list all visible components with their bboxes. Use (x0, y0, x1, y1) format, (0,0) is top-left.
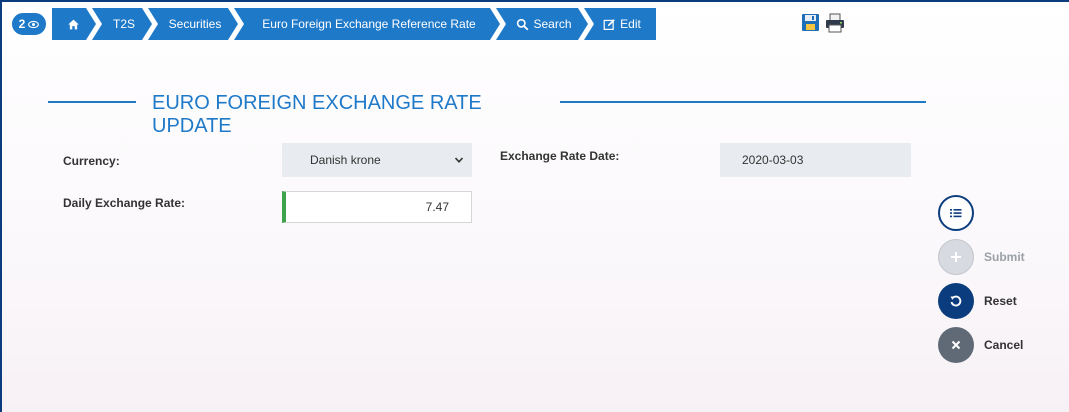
plus-icon (951, 252, 961, 262)
search-icon (516, 18, 529, 31)
save-icon[interactable] (800, 12, 822, 39)
reset-action[interactable]: Reset (938, 283, 1017, 319)
daily-rate-input[interactable]: 7.47 (282, 191, 472, 223)
cancel-action[interactable]: Cancel (938, 327, 1023, 363)
daily-rate-value: 7.47 (425, 200, 449, 214)
breadcrumb-t2s[interactable]: T2S (92, 8, 152, 40)
toolbar-icons (800, 12, 846, 39)
submit-button[interactable] (938, 239, 974, 275)
breadcrumb-edit[interactable]: Edit (584, 8, 656, 40)
breadcrumb-securities[interactable]: Securities (148, 8, 238, 40)
reset-label: Reset (984, 294, 1017, 308)
reset-icon (950, 295, 962, 307)
breadcrumb-search[interactable]: Search (496, 8, 588, 40)
reset-button[interactable] (938, 283, 974, 319)
window-top-border (0, 0, 1069, 2)
edit-icon (603, 18, 616, 31)
daily-rate-label: Daily Exchange Rate: (63, 196, 186, 210)
breadcrumb-home[interactable] (52, 8, 96, 40)
home-icon (67, 18, 80, 31)
close-icon (951, 340, 961, 350)
list-icon (950, 209, 962, 218)
currency-select[interactable]: Danish krone (282, 143, 472, 177)
window-left-border (0, 0, 2, 412)
cancel-button[interactable] (938, 327, 974, 363)
list-action[interactable] (938, 195, 974, 231)
context-badge[interactable]: 2 (10, 11, 48, 37)
currency-label: Currency: (63, 154, 120, 168)
exchange-date-value: 2020-03-03 (742, 153, 804, 167)
submit-label: Submit (984, 250, 1025, 264)
list-button[interactable] (938, 195, 974, 231)
page-title: EURO FOREIGN EXCHANGE RATE UPDATE (152, 92, 482, 137)
currency-selected-value: Danish krone (310, 153, 381, 167)
submit-action[interactable]: Submit (938, 239, 1025, 275)
cancel-label: Cancel (984, 338, 1024, 352)
title-rule-right (560, 101, 926, 103)
print-icon[interactable] (824, 12, 846, 39)
exchange-date-field: 2020-03-03 (720, 143, 911, 177)
chevron-down-icon (454, 157, 464, 163)
eye-icon (28, 20, 40, 28)
badge-count: 2 (18, 17, 26, 31)
title-rule-left (48, 101, 136, 103)
exchange-date-label: Exchange Rate Date: (500, 149, 620, 163)
breadcrumb-euro-fx-reference-rate[interactable]: Euro Foreign Exchange Reference Rate (234, 8, 500, 40)
